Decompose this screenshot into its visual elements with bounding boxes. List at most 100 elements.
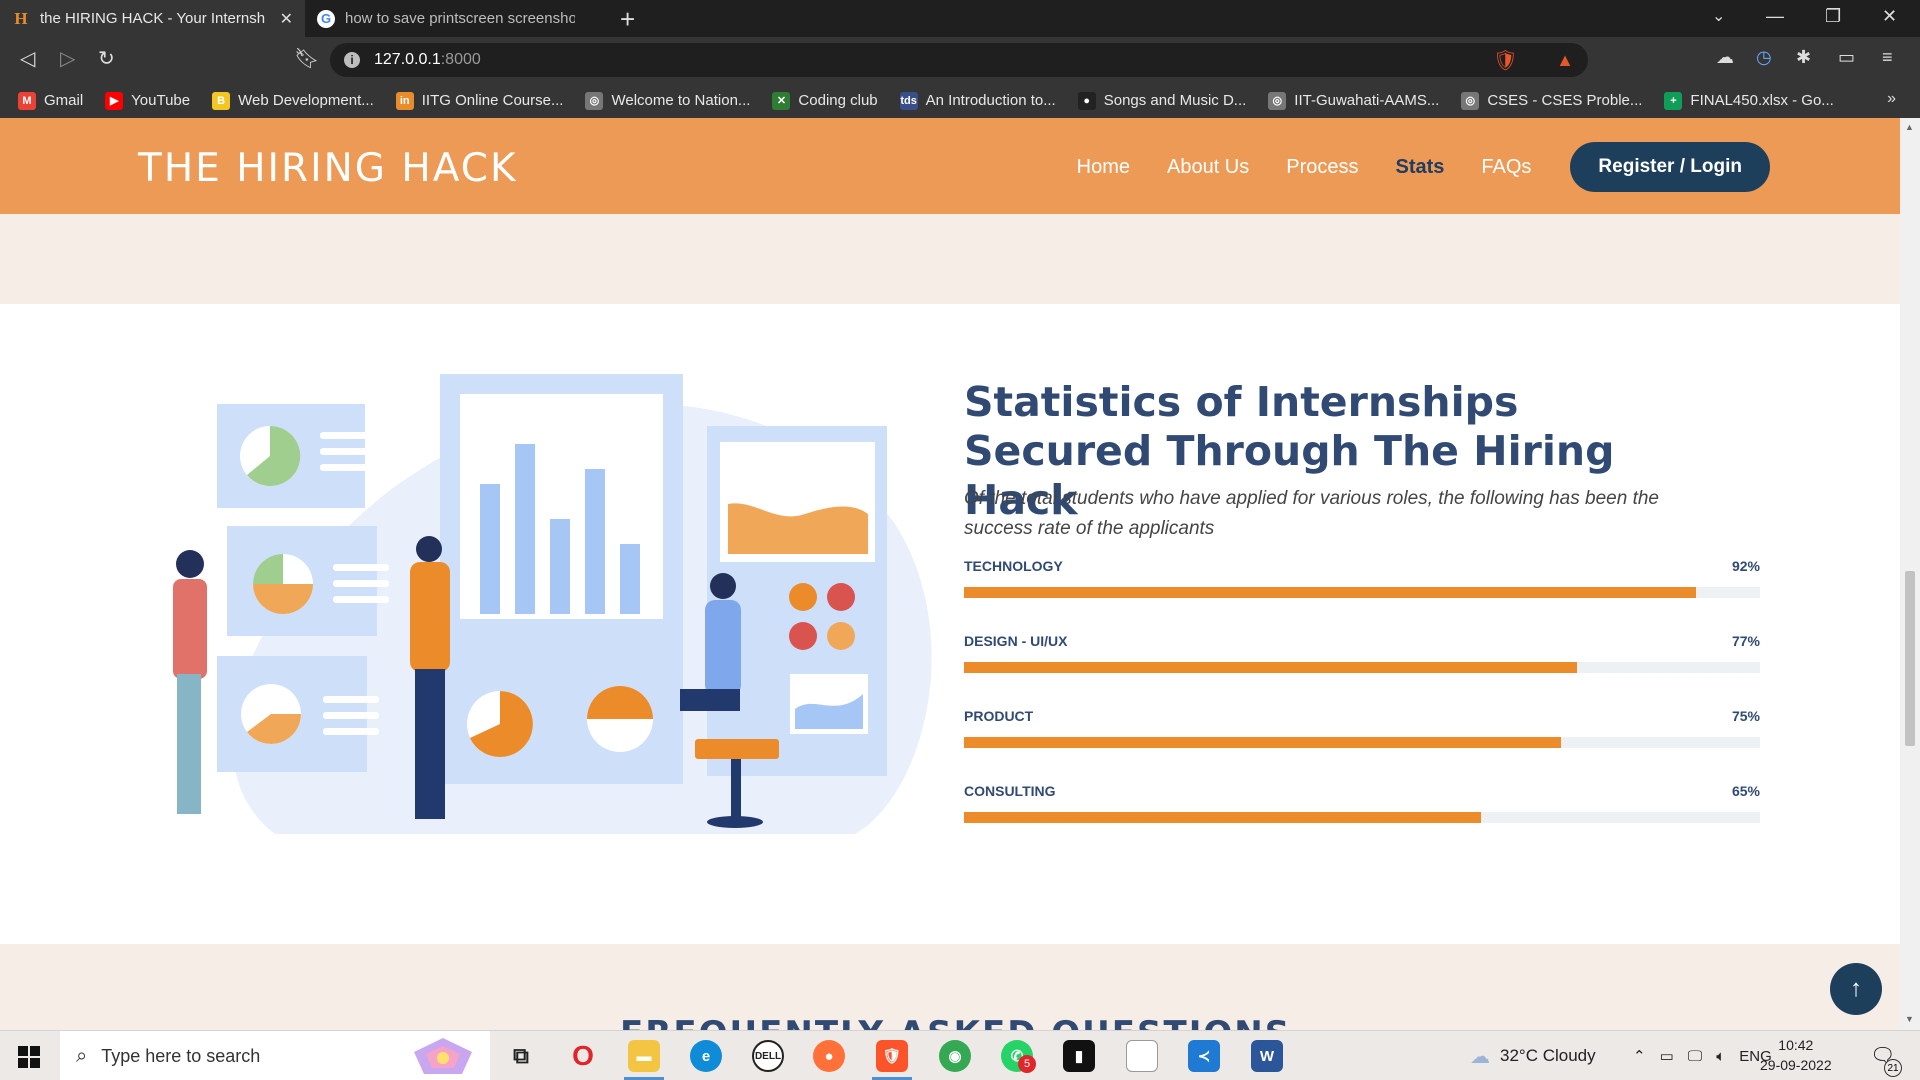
more-bookmarks-icon[interactable]: »: [1887, 90, 1896, 108]
menu-about-us[interactable]: About Us: [1167, 156, 1249, 179]
bookmark-label: Gmail: [44, 92, 84, 109]
scroll-up-icon[interactable]: ▲: [1905, 122, 1914, 132]
youtube-icon: ▶: [105, 91, 124, 110]
taskbar-search-box[interactable]: ⌕ Type here to search: [60, 1031, 490, 1080]
battery-icon[interactable]: ▭: [1660, 1047, 1674, 1065]
scroll-down-icon[interactable]: ▼: [1905, 1014, 1914, 1024]
timer-extension-icon[interactable]: ◷: [1756, 47, 1772, 68]
reload-icon[interactable]: ↻: [98, 46, 115, 71]
globe-icon: ◎: [1461, 91, 1480, 110]
progress-fill: [964, 662, 1577, 673]
bookmark-item[interactable]: ● Songs and Music D...: [1077, 91, 1246, 110]
progress-bar: [964, 812, 1760, 823]
bookmark-icon[interactable]: 🔖︎: [294, 46, 319, 71]
close-window-icon[interactable]: ✕: [1882, 6, 1897, 27]
url-host: 127.0.0.1: [374, 51, 441, 68]
brave-icon[interactable]: 🛡︎: [876, 1040, 908, 1072]
weather-widget[interactable]: ☁ 32°C Cloudy: [1470, 1031, 1596, 1080]
chrome-icon[interactable]: ◉: [939, 1040, 971, 1072]
globe-icon: ◎: [585, 91, 604, 110]
menu-faqs[interactable]: FAQs: [1481, 156, 1531, 179]
back-to-top-button[interactable]: ↑: [1830, 963, 1882, 1015]
tray-chevron-icon[interactable]: ⌃: [1633, 1047, 1646, 1065]
address-bar[interactable]: i 127.0.0.1:8000 🛡︎ ▲: [330, 43, 1588, 77]
statistics-illustration: [173, 374, 932, 834]
edge-icon[interactable]: e: [690, 1040, 722, 1072]
site-info-icon[interactable]: i: [344, 52, 360, 68]
page-scrollbar[interactable]: ▲ ▼: [1900, 118, 1920, 1030]
terminal-icon[interactable]: ▮: [1063, 1040, 1095, 1072]
file-explorer-icon[interactable]: ▬: [628, 1040, 660, 1072]
word-icon[interactable]: W: [1251, 1040, 1283, 1072]
search-highlight-art-icon: [414, 1038, 472, 1074]
notepad-icon[interactable]: [1126, 1040, 1158, 1072]
wallet-icon[interactable]: ▭: [1838, 47, 1855, 68]
opera-icon[interactable]: O: [567, 1040, 599, 1072]
brave-shields-icon[interactable]: 🛡︎: [1493, 48, 1518, 73]
bookmark-item[interactable]: in IITG Online Course...: [395, 91, 563, 110]
globe-icon: ◎: [1268, 91, 1287, 110]
firefox-icon[interactable]: ●: [813, 1040, 845, 1072]
bookmark-item[interactable]: tds An Introduction to...: [899, 91, 1056, 110]
tab-search-chevron-icon[interactable]: ⌄: [1712, 6, 1725, 26]
bookmark-label: CSES - CSES Proble...: [1487, 92, 1643, 109]
extension-icon[interactable]: ☁: [1716, 47, 1734, 68]
clock-time: 10:42: [1778, 1037, 1814, 1053]
bookmark-item[interactable]: ◎ Welcome to Nation...: [585, 91, 751, 110]
bookmark-label: Welcome to Nation...: [611, 92, 751, 109]
register-login-button[interactable]: Register / Login: [1570, 142, 1770, 192]
bookmark-item[interactable]: M Gmail: [18, 91, 84, 110]
menu-process[interactable]: Process: [1286, 156, 1358, 179]
bookmark-label: FINAL450.xlsx - Go...: [1690, 92, 1834, 109]
bookmark-item[interactable]: + FINAL450.xlsx - Go...: [1664, 91, 1834, 110]
tab-google-search[interactable]: G how to save printscreen screenshots in: [305, 0, 605, 37]
menu-icon[interactable]: ≡: [1882, 47, 1893, 68]
faq-section: FREQUENTLY ASKED QUESTIONS: [0, 944, 1900, 1030]
new-tab-icon[interactable]: +: [620, 4, 635, 35]
bookmark-item[interactable]: B Web Development...: [212, 91, 374, 110]
windows-start-icon[interactable]: [18, 1046, 40, 1068]
bookmark-item[interactable]: ✕ Coding club: [772, 91, 878, 110]
menu-home[interactable]: Home: [1077, 156, 1130, 179]
bookmark-label: Coding club: [798, 92, 878, 109]
network-icon[interactable]: 🖵︎: [1688, 1048, 1702, 1065]
forward-icon[interactable]: ▷: [60, 46, 75, 71]
bookmark-label: An Introduction to...: [925, 92, 1056, 109]
notification-count: 21: [1884, 1059, 1902, 1077]
vscode-icon[interactable]: ≺: [1188, 1040, 1220, 1072]
stats-description: Of the total students who have applied f…: [964, 488, 1659, 539]
minimize-icon[interactable]: —: [1766, 6, 1784, 27]
tab-hiring-hack[interactable]: H the HIRING HACK - Your Internsh ✕: [0, 0, 305, 37]
close-tab-icon[interactable]: ✕: [280, 9, 293, 29]
bookmark-item[interactable]: ▶ YouTube: [105, 91, 190, 110]
skill-label: DESIGN - UI/UX: [964, 633, 1068, 649]
stats-section: Statistics of Internships Secured Throug…: [0, 304, 1900, 944]
task-view-icon[interactable]: ⧉: [505, 1040, 537, 1072]
github-icon: ●: [1077, 91, 1096, 110]
sheets-icon: +: [1664, 91, 1683, 110]
brave-rewards-icon[interactable]: ▲: [1556, 50, 1574, 71]
faq-section-title: FREQUENTLY ASKED QUESTIONS: [620, 1014, 1291, 1030]
url-port: :8000: [440, 51, 481, 68]
volume-icon[interactable]: 🔈︎: [1716, 1048, 1725, 1065]
restore-icon[interactable]: ❐: [1825, 6, 1841, 27]
tab-title: the HIRING HACK - Your Internsh: [39, 10, 266, 27]
puzzle-extensions-icon[interactable]: ✱: [1796, 47, 1811, 68]
arrow-up-icon: ↑: [1850, 975, 1862, 1002]
skill-percent: 75%: [1731, 708, 1760, 724]
dell-icon[interactable]: DELL: [752, 1040, 784, 1072]
browser-toolbar: ◁ ▷ ↻ 🔖︎ i 127.0.0.1:8000 🛡︎ ▲ ☁ ◷ ✱ ▭ ≡: [0, 37, 1920, 83]
skill-label: TECHNOLOGY: [964, 558, 1063, 574]
menu-stats[interactable]: Stats: [1396, 156, 1445, 179]
site-logo[interactable]: THE HIRING HACK: [138, 146, 518, 191]
clock-date: 29-09-2022: [1760, 1057, 1832, 1073]
clock[interactable]: 10:42 29-09-2022: [1760, 1035, 1832, 1075]
main-menu: Home About Us Process Stats FAQs Registe…: [1077, 142, 1770, 192]
search-icon: ⌕: [76, 1044, 88, 1067]
bookmark-item[interactable]: ◎ IIT-Guwahati-AAMS...: [1268, 91, 1439, 110]
hiring-hack-favicon-icon: H: [14, 8, 28, 28]
skill-percent: 77%: [1731, 633, 1760, 649]
scroll-thumb[interactable]: [1905, 571, 1915, 746]
back-icon[interactable]: ◁: [20, 46, 35, 71]
bookmark-item[interactable]: ◎ CSES - CSES Proble...: [1461, 91, 1643, 110]
